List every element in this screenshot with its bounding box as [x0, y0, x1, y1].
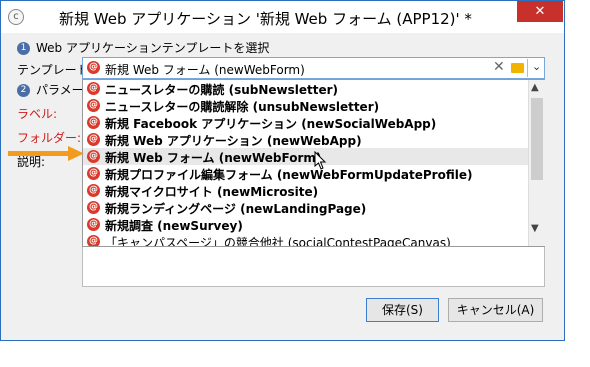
at-sign-icon: @ [87, 184, 100, 197]
template-combo[interactable]: @ 新規 Web フォーム (newWebForm) ✕ ⌄ [82, 57, 545, 79]
at-sign-icon: @ [87, 133, 100, 146]
step-2-badge: 2 [17, 84, 30, 97]
list-item[interactable]: @ 新規 Web アプリケーション (newWebApp) [83, 131, 528, 148]
label-field-label: ラベル: [17, 107, 58, 121]
at-sign-icon: @ [87, 201, 100, 214]
at-sign-icon: @ [87, 82, 100, 95]
window-title: 新規 Web アプリケーション '新規 Web フォーム (APP12)' * [59, 10, 472, 28]
list-item[interactable]: @ 「キャンパスページ」の競合他社 (socialContestPageCanv… [83, 233, 528, 246]
combo-separator [527, 59, 528, 77]
template-combo-value: 新規 Web フォーム (newWebForm) [105, 63, 305, 77]
scroll-up-icon[interactable]: ▲ [531, 82, 539, 93]
dialog-window: c 新規 Web アプリケーション '新規 Web フォーム (APP12)' … [0, 0, 565, 341]
list-item[interactable]: @ 新規調査 (newSurvey) [83, 216, 528, 233]
step-1: 1 Web アプリケーションテンプレートを選択 [17, 39, 269, 56]
description-area[interactable] [82, 247, 545, 287]
at-sign-icon: @ [87, 99, 100, 112]
at-sign-icon: @ [87, 235, 100, 246]
folder-icon[interactable] [511, 63, 524, 73]
title-bar: c 新規 Web アプリケーション '新規 Web フォーム (APP12)' … [1, 1, 564, 33]
cancel-button[interactable]: キャンセル(A) [448, 298, 543, 322]
chevron-down-icon[interactable]: ⌄ [532, 60, 541, 73]
at-sign-icon: @ [87, 150, 100, 163]
at-sign-icon: @ [87, 116, 100, 129]
app-icon: c [8, 9, 24, 25]
save-button[interactable]: 保存(S) [366, 298, 439, 322]
list-item-selected[interactable]: @ 新規 Web フォーム (newWebForm) [83, 148, 528, 165]
list-item[interactable]: @ 新規ランディングページ (newLandingPage) [83, 199, 528, 216]
at-sign-icon: @ [87, 61, 100, 74]
list-item[interactable]: @ 新規 Facebook アプリケーション (newSocialWebApp) [83, 114, 528, 131]
at-sign-icon: @ [87, 167, 100, 180]
at-sign-icon: @ [87, 218, 100, 231]
mouse-cursor-icon [314, 151, 327, 170]
list-item[interactable]: @ ニュースレターの購読 (subNewsletter) [83, 80, 528, 97]
close-button[interactable]: ✕ [517, 1, 563, 22]
arrow-right-icon [8, 146, 84, 161]
folder-field-label: フォルダー: [17, 131, 82, 145]
step-1-label: Web アプリケーションテンプレートを選択 [36, 41, 270, 55]
list-scrollbar[interactable]: ▲ ▼ [528, 80, 545, 246]
list-item[interactable]: @ 新規マイクロサイト (newMicrosite) [83, 182, 528, 199]
scrollbar-thumb[interactable] [531, 98, 543, 180]
step-1-badge: 1 [17, 42, 30, 55]
list-item[interactable]: @ ニュースレターの購読解除 (unsubNewsletter) [83, 97, 528, 114]
scroll-down-icon[interactable]: ▼ [531, 223, 539, 234]
clear-icon[interactable]: ✕ [493, 59, 505, 75]
list-item[interactable]: @ 新規プロファイル編集フォーム (newWebFormUpdateProfil… [83, 165, 528, 182]
